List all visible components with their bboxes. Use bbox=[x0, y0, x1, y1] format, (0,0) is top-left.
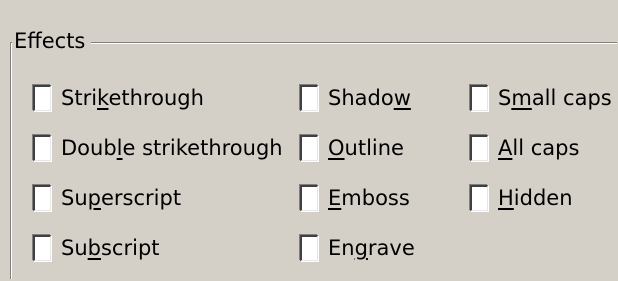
engrave-checkbox[interactable]: Engrave bbox=[300, 228, 415, 268]
strikethrough-checkbox[interactable]: Strikethrough bbox=[33, 78, 283, 118]
checkbox-box[interactable] bbox=[300, 235, 318, 261]
checkbox-label: Strikethrough bbox=[61, 86, 204, 110]
checkbox-box[interactable] bbox=[470, 85, 488, 111]
outline-checkbox[interactable]: Outline bbox=[300, 128, 415, 168]
accelerator-key: m bbox=[511, 86, 532, 110]
checkbox-box[interactable] bbox=[33, 185, 51, 211]
legend-rule bbox=[90, 42, 616, 44]
group-title: Effects bbox=[12, 26, 92, 56]
emboss-checkbox[interactable]: Emboss bbox=[300, 178, 415, 218]
effects-column-2: Shadow Outline Emboss Engrave bbox=[300, 78, 415, 278]
checkbox-box[interactable] bbox=[470, 135, 488, 161]
checkbox-label: Engrave bbox=[328, 236, 415, 260]
all-caps-checkbox[interactable]: All caps bbox=[470, 128, 612, 168]
accelerator-key: w bbox=[393, 86, 411, 110]
checkbox-label: Small caps bbox=[498, 86, 612, 110]
checkbox-label: Superscript bbox=[61, 186, 182, 210]
accelerator-key: l bbox=[116, 136, 123, 160]
shadow-checkbox[interactable]: Shadow bbox=[300, 78, 415, 118]
checkbox-box[interactable] bbox=[300, 135, 318, 161]
accelerator-key: E bbox=[328, 186, 342, 210]
checkbox-label: Subscript bbox=[61, 236, 160, 260]
checkbox-label: Outline bbox=[328, 136, 404, 160]
effects-column-1: Strikethrough Double strikethrough Super… bbox=[33, 78, 283, 278]
double-strikethrough-checkbox[interactable]: Double strikethrough bbox=[33, 128, 283, 168]
accelerator-key: A bbox=[498, 136, 513, 160]
accelerator-key: O bbox=[328, 136, 345, 160]
accelerator-key: b bbox=[87, 236, 101, 260]
accelerator-key: g bbox=[354, 236, 368, 260]
accelerator-key: k bbox=[97, 86, 109, 110]
accelerator-key: H bbox=[498, 186, 514, 210]
small-caps-checkbox[interactable]: Small caps bbox=[470, 78, 612, 118]
subscript-checkbox[interactable]: Subscript bbox=[33, 228, 283, 268]
checkbox-box[interactable] bbox=[300, 185, 318, 211]
checkbox-label: All caps bbox=[498, 136, 580, 160]
checkbox-box[interactable] bbox=[470, 185, 488, 211]
hidden-checkbox[interactable]: Hidden bbox=[470, 178, 612, 218]
checkbox-label: Hidden bbox=[498, 186, 573, 210]
checkbox-box[interactable] bbox=[33, 235, 51, 261]
checkbox-label: Shadow bbox=[328, 86, 411, 110]
checkbox-box[interactable] bbox=[33, 85, 51, 111]
checkbox-label: Double strikethrough bbox=[61, 136, 283, 160]
checkbox-box[interactable] bbox=[300, 85, 318, 111]
accelerator-key: p bbox=[87, 186, 101, 210]
checkbox-label: Emboss bbox=[328, 186, 410, 210]
checkbox-box[interactable] bbox=[33, 135, 51, 161]
effects-group: Effects Strikethrough Double strikethrou… bbox=[0, 0, 618, 281]
superscript-checkbox[interactable]: Superscript bbox=[33, 178, 283, 218]
effects-column-3: Small caps All caps Hidden bbox=[470, 78, 612, 228]
